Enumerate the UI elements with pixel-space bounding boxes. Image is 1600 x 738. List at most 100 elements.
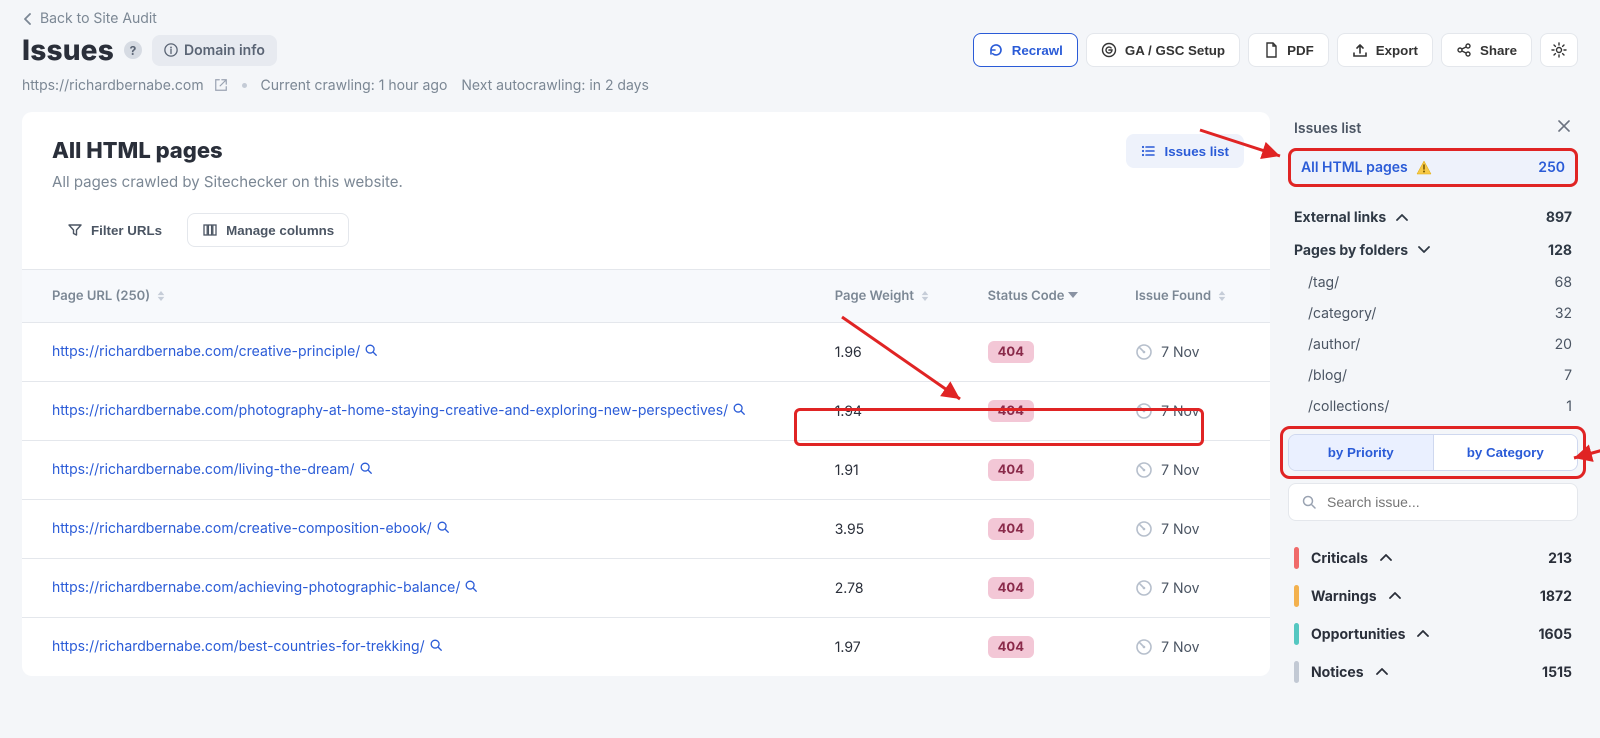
share-button[interactable]: Share (1441, 33, 1532, 67)
magnifier-icon[interactable] (364, 344, 378, 361)
chevron-up-icon (1380, 552, 1392, 564)
export-icon (1352, 42, 1368, 58)
export-label: Export (1376, 43, 1418, 58)
all-html-pages-row[interactable]: All HTML pages 250 (1288, 148, 1578, 187)
cell-url[interactable]: https://richardbernabe.com/best-countrie… (22, 618, 821, 677)
ga-gsc-button[interactable]: GA / GSC Setup (1086, 33, 1240, 67)
status-badge: 404 (988, 518, 1034, 540)
recrawl-label: Recrawl (1012, 43, 1063, 58)
side-subrow[interactable]: /blog/7 (1294, 360, 1572, 391)
table-row[interactable]: https://richardbernabe.com/creative-prin… (22, 323, 1270, 382)
magnifier-icon[interactable] (436, 521, 450, 538)
cell-url[interactable]: https://richardbernabe.com/achieving-pho… (22, 559, 821, 618)
severity-bar-icon (1294, 623, 1299, 645)
help-icon[interactable]: ? (124, 41, 142, 59)
side-group[interactable]: Pages by folders128 (1294, 234, 1572, 267)
side-subrow[interactable]: /author/20 (1294, 329, 1572, 360)
gauge-icon (1135, 520, 1153, 538)
cell-issue: 7 Nov (1121, 382, 1270, 441)
google-icon (1101, 42, 1117, 58)
chevron-icon (1396, 212, 1408, 224)
severity-row[interactable]: Warnings1872 (1290, 577, 1576, 615)
cell-status: 404 (974, 559, 1121, 618)
table-row[interactable]: https://richardbernabe.com/best-countrie… (22, 618, 1270, 677)
side-panel: Issues list All HTML pages 250 External … (1288, 112, 1578, 691)
cell-url[interactable]: https://richardbernabe.com/photography-a… (22, 382, 821, 441)
chevron-up-icon (1376, 666, 1388, 678)
side-subrow-label: /blog/ (1308, 367, 1347, 384)
filter-urls-button[interactable]: Filter URLs (52, 213, 177, 247)
magnifier-icon[interactable] (732, 403, 746, 420)
table-row[interactable]: https://richardbernabe.com/creative-comp… (22, 500, 1270, 559)
columns-icon (202, 222, 218, 238)
chevron-up-icon (1417, 628, 1429, 640)
export-button[interactable]: Export (1337, 33, 1433, 67)
cell-url[interactable]: https://richardbernabe.com/creative-prin… (22, 323, 821, 382)
side-subrow[interactable]: /collections/1 (1294, 391, 1572, 422)
cell-weight: 1.94 (821, 382, 974, 441)
ga-gsc-label: GA / GSC Setup (1125, 43, 1225, 58)
site-url-text: https://richardbernabe.com (22, 77, 204, 94)
col-status[interactable]: Status Code (974, 270, 1121, 323)
action-bar: Recrawl GA / GSC Setup PDF Export Share (973, 33, 1578, 67)
col-weight-label: Page Weight (835, 288, 914, 304)
pdf-button[interactable]: PDF (1248, 33, 1329, 67)
tab-by-priority[interactable]: by Priority (1289, 435, 1433, 470)
recrawl-button[interactable]: Recrawl (973, 33, 1078, 67)
tab-by-category[interactable]: by Category (1433, 435, 1578, 470)
pdf-icon (1263, 42, 1279, 58)
pages-table: Page URL (250) Page Weight Status Code (22, 269, 1270, 676)
domain-info-chip[interactable]: Domain info (152, 35, 277, 66)
info-icon (164, 43, 178, 57)
severity-label: Notices (1311, 664, 1364, 681)
sort-icon (157, 291, 165, 301)
gear-icon (1551, 42, 1567, 58)
share-icon (1456, 42, 1472, 58)
magnifier-icon[interactable] (429, 639, 443, 656)
severity-row[interactable]: Opportunities1605 (1290, 615, 1576, 653)
severity-row[interactable]: Notices1515 (1290, 653, 1576, 691)
back-link[interactable]: Back to Site Audit (22, 8, 1578, 33)
sort-icon (1218, 291, 1226, 301)
col-weight[interactable]: Page Weight (821, 270, 974, 323)
external-link-icon (214, 78, 228, 92)
cell-issue: 7 Nov (1121, 618, 1270, 677)
search-issue[interactable] (1288, 483, 1578, 521)
status-badge: 404 (988, 341, 1034, 363)
side-group-count: 128 (1548, 242, 1572, 259)
cell-issue: 7 Nov (1121, 559, 1270, 618)
side-subrow[interactable]: /category/32 (1294, 298, 1572, 329)
manage-columns-button[interactable]: Manage columns (187, 213, 349, 247)
magnifier-icon[interactable] (464, 580, 478, 597)
next-crawl: Next autocrawling: in 2 days (461, 77, 649, 94)
cell-status: 404 (974, 618, 1121, 677)
severity-count: 213 (1548, 550, 1572, 567)
side-subrow[interactable]: /tag/68 (1294, 267, 1572, 298)
all-html-label: All HTML pages (1301, 159, 1408, 176)
col-issue-label: Issue Found (1135, 288, 1211, 304)
search-input[interactable] (1325, 493, 1565, 511)
close-icon[interactable] (1556, 118, 1572, 138)
settings-button[interactable] (1540, 33, 1578, 67)
side-subrow-count: 20 (1555, 336, 1572, 353)
col-url[interactable]: Page URL (250) (22, 270, 821, 323)
side-subrow-count: 1 (1566, 398, 1572, 415)
cell-url[interactable]: https://richardbernabe.com/living-the-dr… (22, 441, 821, 500)
table-row[interactable]: https://richardbernabe.com/achieving-pho… (22, 559, 1270, 618)
table-row[interactable]: https://richardbernabe.com/living-the-dr… (22, 441, 1270, 500)
cell-weight: 1.91 (821, 441, 974, 500)
table-row[interactable]: https://richardbernabe.com/photography-a… (22, 382, 1270, 441)
col-issue[interactable]: Issue Found (1121, 270, 1270, 323)
warning-icon (1416, 160, 1432, 176)
status-badge: 404 (988, 400, 1034, 422)
site-url[interactable]: https://richardbernabe.com (22, 77, 228, 94)
issues-list-button[interactable]: Issues list (1126, 134, 1244, 168)
col-url-label: Page URL (250) (52, 288, 150, 304)
cell-url[interactable]: https://richardbernabe.com/creative-comp… (22, 500, 821, 559)
back-label: Back to Site Audit (40, 10, 157, 27)
magnifier-icon[interactable] (359, 462, 373, 479)
chevron-up-icon (1389, 590, 1401, 602)
side-group[interactable]: External links897 (1294, 201, 1572, 234)
severity-row[interactable]: Criticals213 (1290, 539, 1576, 577)
filter-label: Filter URLs (91, 223, 162, 238)
